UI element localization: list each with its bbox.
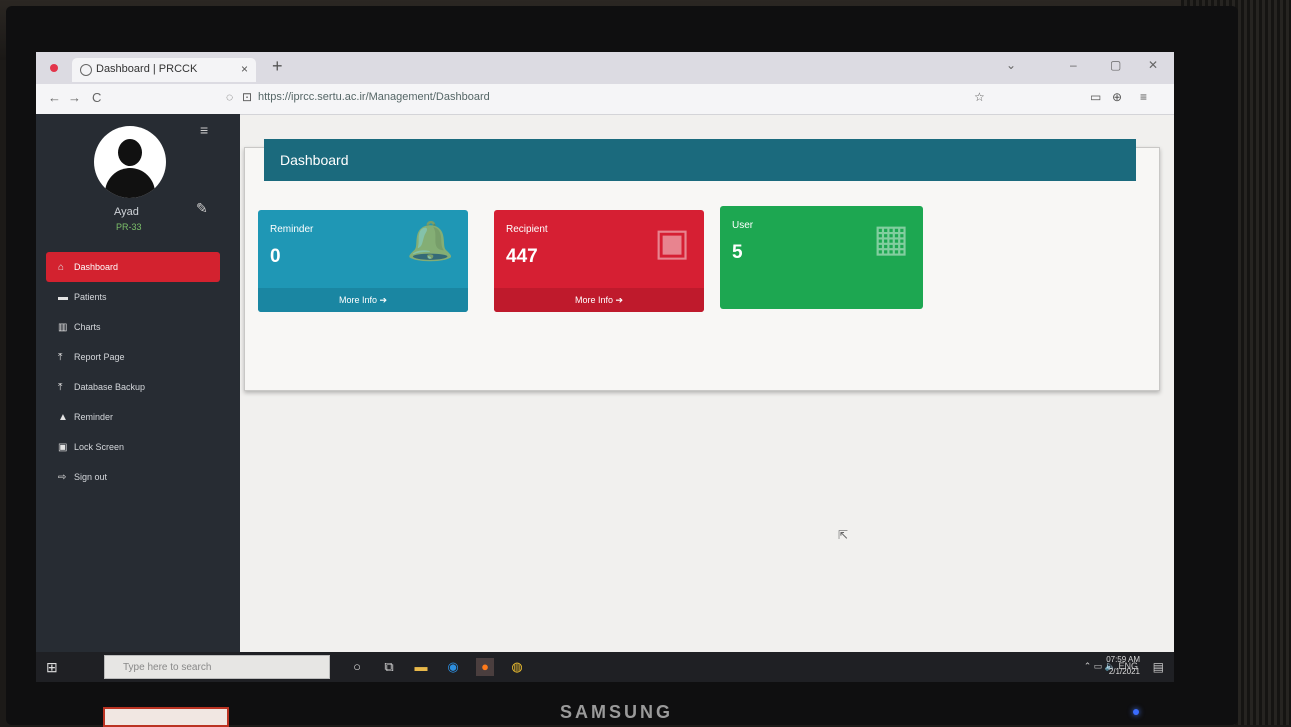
more-info-label: More Info	[338, 295, 377, 305]
sidebar-item-label: Patients	[74, 292, 107, 302]
forward-icon[interactable]: →	[68, 90, 81, 105]
box-label: User	[732, 220, 754, 231]
chart-icon: ▥	[58, 322, 68, 333]
address-bar[interactable]: https://iprcc.sertu.ac.ir/Management/Das…	[258, 91, 490, 103]
recipient-box: Recipient 447 ▣ More Info ➔	[494, 210, 704, 312]
lock-icon[interactable]: ⊡	[242, 90, 252, 104]
tab-title: Dashboard | PRCCK	[96, 63, 198, 75]
users-icon: ▦	[873, 218, 909, 260]
patients-icon: ▬	[58, 292, 68, 303]
bookmark-star-icon[interactable]: ☆	[974, 90, 985, 104]
bell-icon: 🔔	[406, 221, 454, 263]
box-label: Recipient	[506, 224, 548, 235]
edge-icon[interactable]: ◉	[444, 658, 462, 676]
more-info-label: More Info	[574, 295, 613, 305]
more-info-link[interactable]: More Info ➔	[258, 288, 468, 312]
sidebar-item-reminder[interactable]: ▲ Reminder	[46, 402, 220, 432]
user-box: User 5 ▦	[720, 206, 923, 309]
users-icon: ▣	[654, 222, 690, 264]
cortana-icon[interactable]: ○	[348, 658, 366, 676]
sidebar: ≡ ✎ Ayad PR-33 ⌂ Dashboard ▬ Patients ▥ Cha…	[36, 114, 240, 652]
monitor-sticker	[103, 707, 229, 727]
bell-icon: ▲	[58, 412, 68, 423]
back-icon[interactable]: ←	[48, 90, 61, 105]
page-content: ≡ ✎ Ayad PR-33 ⌂ Dashboard ▬ Patients ▥ Cha…	[36, 114, 1174, 652]
sidebar-item-patients[interactable]: ▬ Patients	[46, 282, 220, 312]
pocket-icon[interactable]: ▭	[1090, 90, 1101, 104]
avatar	[94, 126, 166, 198]
chevron-down-icon[interactable]: ⌄	[1006, 58, 1016, 72]
clock-date: 2/1/2021	[1108, 667, 1140, 676]
notification-icon[interactable]: ▤	[1153, 660, 1164, 674]
power-led	[1133, 709, 1139, 715]
browser-menu-dot[interactable]	[50, 64, 58, 72]
sidebar-item-lock-screen[interactable]: ▣ Lock Screen	[46, 432, 220, 462]
sidebar-item-report-page[interactable]: ⤒ Report Page	[46, 342, 220, 372]
mouse-cursor-icon: ⇱	[838, 528, 849, 542]
sidebar-item-sign-out[interactable]: ⇨ Sign out	[46, 462, 220, 492]
menu-icon[interactable]: ≡	[1140, 90, 1147, 104]
box-label: Reminder	[270, 224, 314, 235]
reload-icon[interactable]: C	[92, 90, 101, 105]
shield-icon[interactable]: ◌	[226, 90, 233, 104]
avatar-head	[118, 139, 142, 166]
lock-icon: ▣	[58, 442, 68, 453]
sidebar-item-label: Report Page	[74, 352, 125, 362]
box-value: 447	[506, 246, 538, 267]
sidebar-item-dashboard[interactable]: ⌂ Dashboard	[46, 252, 220, 282]
minimize-icon[interactable]: –	[1070, 58, 1077, 72]
avatar-body	[105, 168, 155, 198]
globe-icon	[80, 64, 92, 76]
reminder-box: Reminder 0 🔔 More Info ➔	[258, 210, 468, 312]
clock-time: 07:59 AM	[1106, 655, 1140, 664]
arrow-circle-right-icon: ➔	[615, 295, 624, 305]
arrow-circle-right-icon: ➔	[379, 295, 388, 305]
maximize-icon[interactable]: ▢	[1110, 58, 1121, 72]
screen: Dashboard | PRCCK × + ⌄ – ▢ ✕ ← → C ◌ ⊡ …	[36, 52, 1174, 682]
box-value: 0	[270, 246, 281, 267]
task-view-icon[interactable]: ⧉	[380, 658, 398, 676]
taskbar-clock[interactable]: 07:59 AM 2/1/2021	[1106, 654, 1140, 678]
sidebar-item-label: Charts	[74, 322, 101, 332]
sidebar-item-label: Reminder	[74, 412, 114, 422]
hamburger-menu-icon[interactable]: ≡	[200, 122, 208, 138]
tab-close-icon[interactable]: ×	[241, 62, 248, 76]
browser-tab-bar: Dashboard | PRCCK × + ⌄ – ▢ ✕	[36, 52, 1174, 84]
page-title: Dashboard	[264, 139, 1136, 181]
sidebar-menu: ⌂ Dashboard ▬ Patients ▥ Charts ⤒ Report Pag…	[46, 252, 220, 492]
extensions-icon[interactable]: ⊕	[1112, 90, 1122, 104]
signout-icon: ⇨	[58, 472, 67, 483]
box-value: 5	[732, 242, 743, 263]
windows-start-icon[interactable]: ⊞	[46, 659, 58, 676]
file-explorer-icon[interactable]: ▬	[412, 658, 430, 676]
browser-tab[interactable]: Dashboard | PRCCK ×	[72, 58, 256, 82]
sidebar-item-database-backup[interactable]: ⤒ Database Backup	[46, 372, 220, 402]
edit-profile-icon[interactable]: ✎	[196, 200, 208, 217]
taskbar: ⊞ Type here to search ○ ⧉ ▬ ◉ ● ◍ ⌃ ▭ 🔈 …	[36, 652, 1174, 682]
home-icon: ⌂	[58, 262, 65, 273]
chrome-icon[interactable]: ◍	[508, 658, 526, 676]
sidebar-item-charts[interactable]: ▥ Charts	[46, 312, 220, 342]
sidebar-item-label: Database Backup	[74, 382, 146, 392]
upload-icon: ⤒	[58, 352, 63, 363]
browser-nav-bar: ← → C ◌ ⊡ https://iprcc.sertu.ac.ir/Mana…	[36, 84, 1174, 115]
close-icon[interactable]: ✕	[1148, 58, 1158, 72]
user-status: PR-33	[116, 222, 142, 232]
sidebar-item-label: Lock Screen	[74, 442, 125, 452]
monitor-brand-logo: SAMSUNG	[560, 702, 674, 722]
user-name: Ayad	[114, 206, 139, 218]
more-info-link[interactable]: More Info ➔	[494, 288, 704, 312]
sidebar-item-label: Dashboard	[74, 262, 119, 272]
taskbar-search-input[interactable]: Type here to search	[104, 655, 330, 679]
new-tab-button[interactable]: +	[272, 56, 283, 77]
firefox-icon[interactable]: ●	[476, 658, 494, 676]
sidebar-item-label: Sign out	[74, 472, 108, 482]
upload-icon: ⤒	[58, 382, 63, 393]
